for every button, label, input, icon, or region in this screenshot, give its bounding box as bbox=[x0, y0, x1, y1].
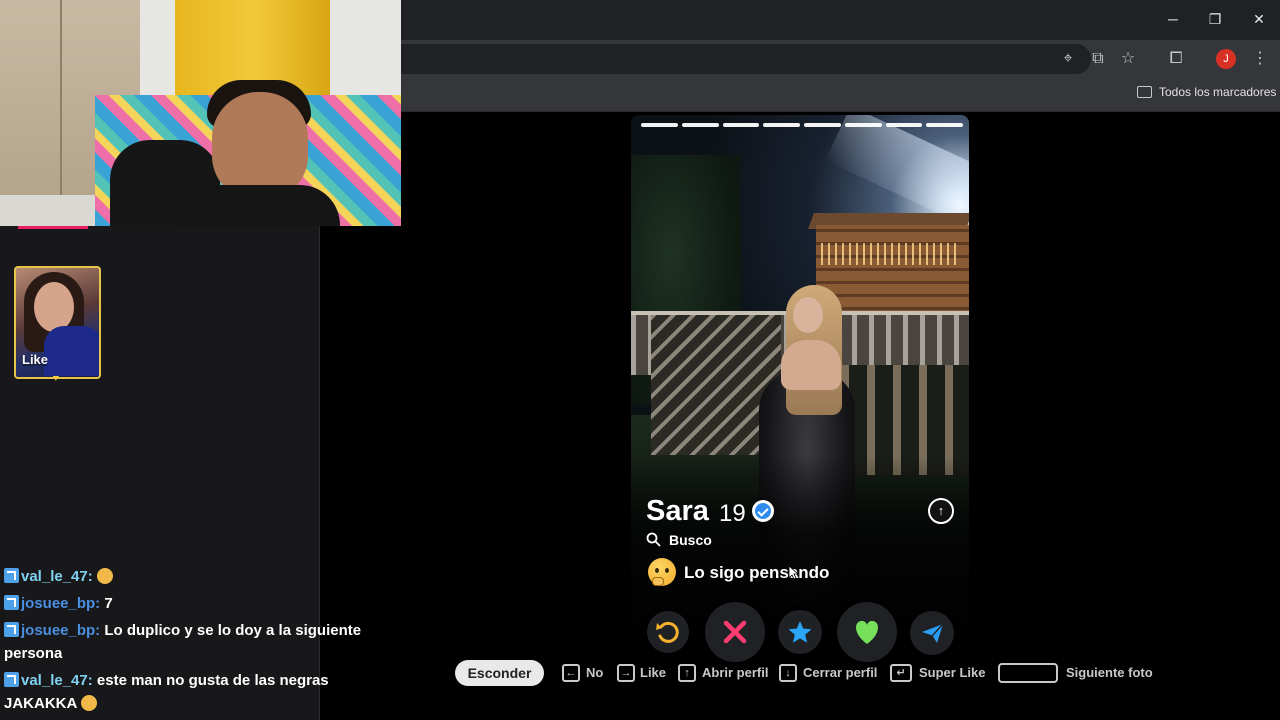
close-icon bbox=[723, 620, 747, 644]
space-key-icon bbox=[998, 663, 1058, 683]
chat-message: val_le_47: bbox=[4, 565, 384, 588]
chat-message: josuee_bp: 7 bbox=[4, 592, 384, 615]
like-alert-label: Like bbox=[22, 352, 49, 367]
search-icon bbox=[646, 532, 661, 547]
alert-progress-bar bbox=[18, 226, 88, 229]
chat-message: val_le_47: este man no gusta de las negr… bbox=[4, 669, 384, 715]
enter-key-icon: ↵ bbox=[890, 664, 912, 682]
boost-button[interactable] bbox=[910, 611, 954, 655]
photo-progress-segment[interactable] bbox=[641, 123, 678, 127]
shortcut-super-like-label: Super Like bbox=[919, 665, 986, 680]
shortcut-like-label: Like bbox=[640, 665, 667, 680]
like-alert-card: Like bbox=[14, 266, 101, 379]
user-badge-icon bbox=[4, 672, 19, 687]
photo-progress-segment[interactable] bbox=[926, 123, 963, 127]
photo-progress-segment[interactable] bbox=[804, 123, 841, 127]
nope-button[interactable] bbox=[705, 602, 765, 662]
send-icon bbox=[922, 623, 944, 643]
thinking-face-icon bbox=[648, 558, 676, 586]
photo-progress-segment[interactable] bbox=[763, 123, 800, 127]
shortcut-next-photo-label: Siguiente foto bbox=[1066, 665, 1153, 680]
chat-username: val_le_47: bbox=[21, 672, 93, 689]
heart-icon bbox=[856, 620, 878, 644]
hide-shortcuts-button[interactable]: Esconder bbox=[455, 660, 544, 686]
up-arrow-key-icon: ↑ bbox=[678, 664, 696, 682]
photo-progress-segment[interactable] bbox=[681, 123, 719, 127]
photo-progress-segment[interactable] bbox=[844, 123, 882, 127]
chat-username: val_le_47: bbox=[21, 568, 93, 585]
install-app-icon[interactable]: ⧉ bbox=[1088, 49, 1108, 69]
looking-for-value: Lo sigo pensando bbox=[684, 563, 830, 582]
chat-text: 7 bbox=[104, 595, 113, 612]
photo-progress-segment[interactable] bbox=[722, 123, 760, 127]
extensions-icon[interactable]: ⧠ bbox=[1166, 49, 1186, 69]
left-arrow-key-icon: ← bbox=[562, 664, 580, 682]
photo-progress-segment[interactable] bbox=[885, 123, 923, 127]
emoji-icon bbox=[80, 695, 97, 711]
shortcut-close-profile-label: Cerrar perfil bbox=[803, 665, 878, 680]
emoji-icon bbox=[96, 568, 113, 584]
close-window-icon[interactable]: ✕ bbox=[1246, 8, 1272, 30]
profile-card[interactable] bbox=[631, 115, 969, 629]
profile-name: Sara bbox=[646, 495, 709, 527]
location-icon[interactable]: ⌖ bbox=[1058, 49, 1078, 69]
chat-messages: val_le_47: josuee_bp: 7 josuee_bp: Lo du… bbox=[4, 565, 384, 719]
right-arrow-key-icon: → bbox=[617, 664, 635, 682]
like-button[interactable] bbox=[837, 602, 897, 662]
rewind-button[interactable] bbox=[647, 611, 689, 653]
photo-progress-bars bbox=[641, 123, 963, 127]
star-icon bbox=[788, 621, 812, 643]
folder-icon[interactable] bbox=[1137, 86, 1152, 98]
browser-titlebar bbox=[401, 0, 1280, 40]
user-badge-icon bbox=[4, 595, 19, 610]
chat-username: josuee_bp: bbox=[21, 595, 101, 612]
menu-icon[interactable]: ⋮ bbox=[1250, 49, 1270, 69]
mouse-cursor-icon bbox=[788, 565, 798, 580]
restore-icon[interactable]: ❐ bbox=[1202, 8, 1228, 30]
profile-avatar[interactable]: J bbox=[1216, 49, 1236, 69]
down-arrow-key-icon: ↓ bbox=[779, 664, 797, 682]
super-like-button[interactable] bbox=[778, 610, 822, 654]
all-bookmarks-link[interactable]: Todos los marcadores bbox=[1159, 85, 1276, 99]
webcam-feed bbox=[0, 0, 401, 226]
open-profile-arrow-icon[interactable]: ↑ bbox=[928, 498, 954, 524]
bookmark-star-icon[interactable]: ☆ bbox=[1118, 49, 1138, 69]
user-badge-icon bbox=[4, 622, 19, 637]
minimize-icon[interactable]: ─ bbox=[1160, 8, 1186, 30]
shortcut-open-profile-label: Abrir perfil bbox=[702, 665, 769, 680]
user-badge-icon bbox=[4, 568, 19, 583]
chat-username: josuee_bp: bbox=[21, 622, 101, 639]
chat-message: josuee_bp: Lo duplico y se lo doy a la s… bbox=[4, 619, 384, 665]
looking-for-label: Busco bbox=[669, 532, 712, 548]
profile-age: 19 bbox=[719, 500, 746, 527]
verified-badge-icon bbox=[752, 500, 774, 522]
rewind-icon bbox=[656, 621, 679, 643]
address-bar[interactable] bbox=[401, 44, 1091, 74]
shortcut-no-label: No bbox=[586, 665, 604, 680]
